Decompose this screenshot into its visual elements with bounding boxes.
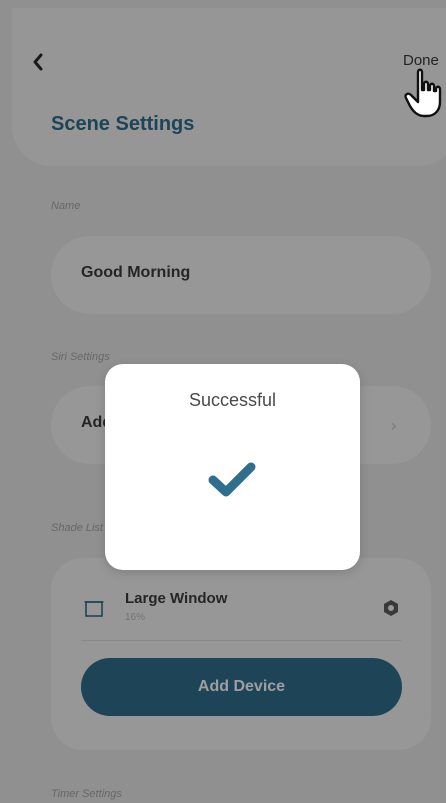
scene-settings-screen: Done Scene Settings Name Good Morning Si…: [0, 0, 446, 803]
hand-pointer-icon: [404, 68, 442, 118]
success-title: Successful: [188, 390, 277, 410]
success-dialog: Successful: [105, 364, 360, 570]
checkmark-icon: [208, 462, 256, 497]
